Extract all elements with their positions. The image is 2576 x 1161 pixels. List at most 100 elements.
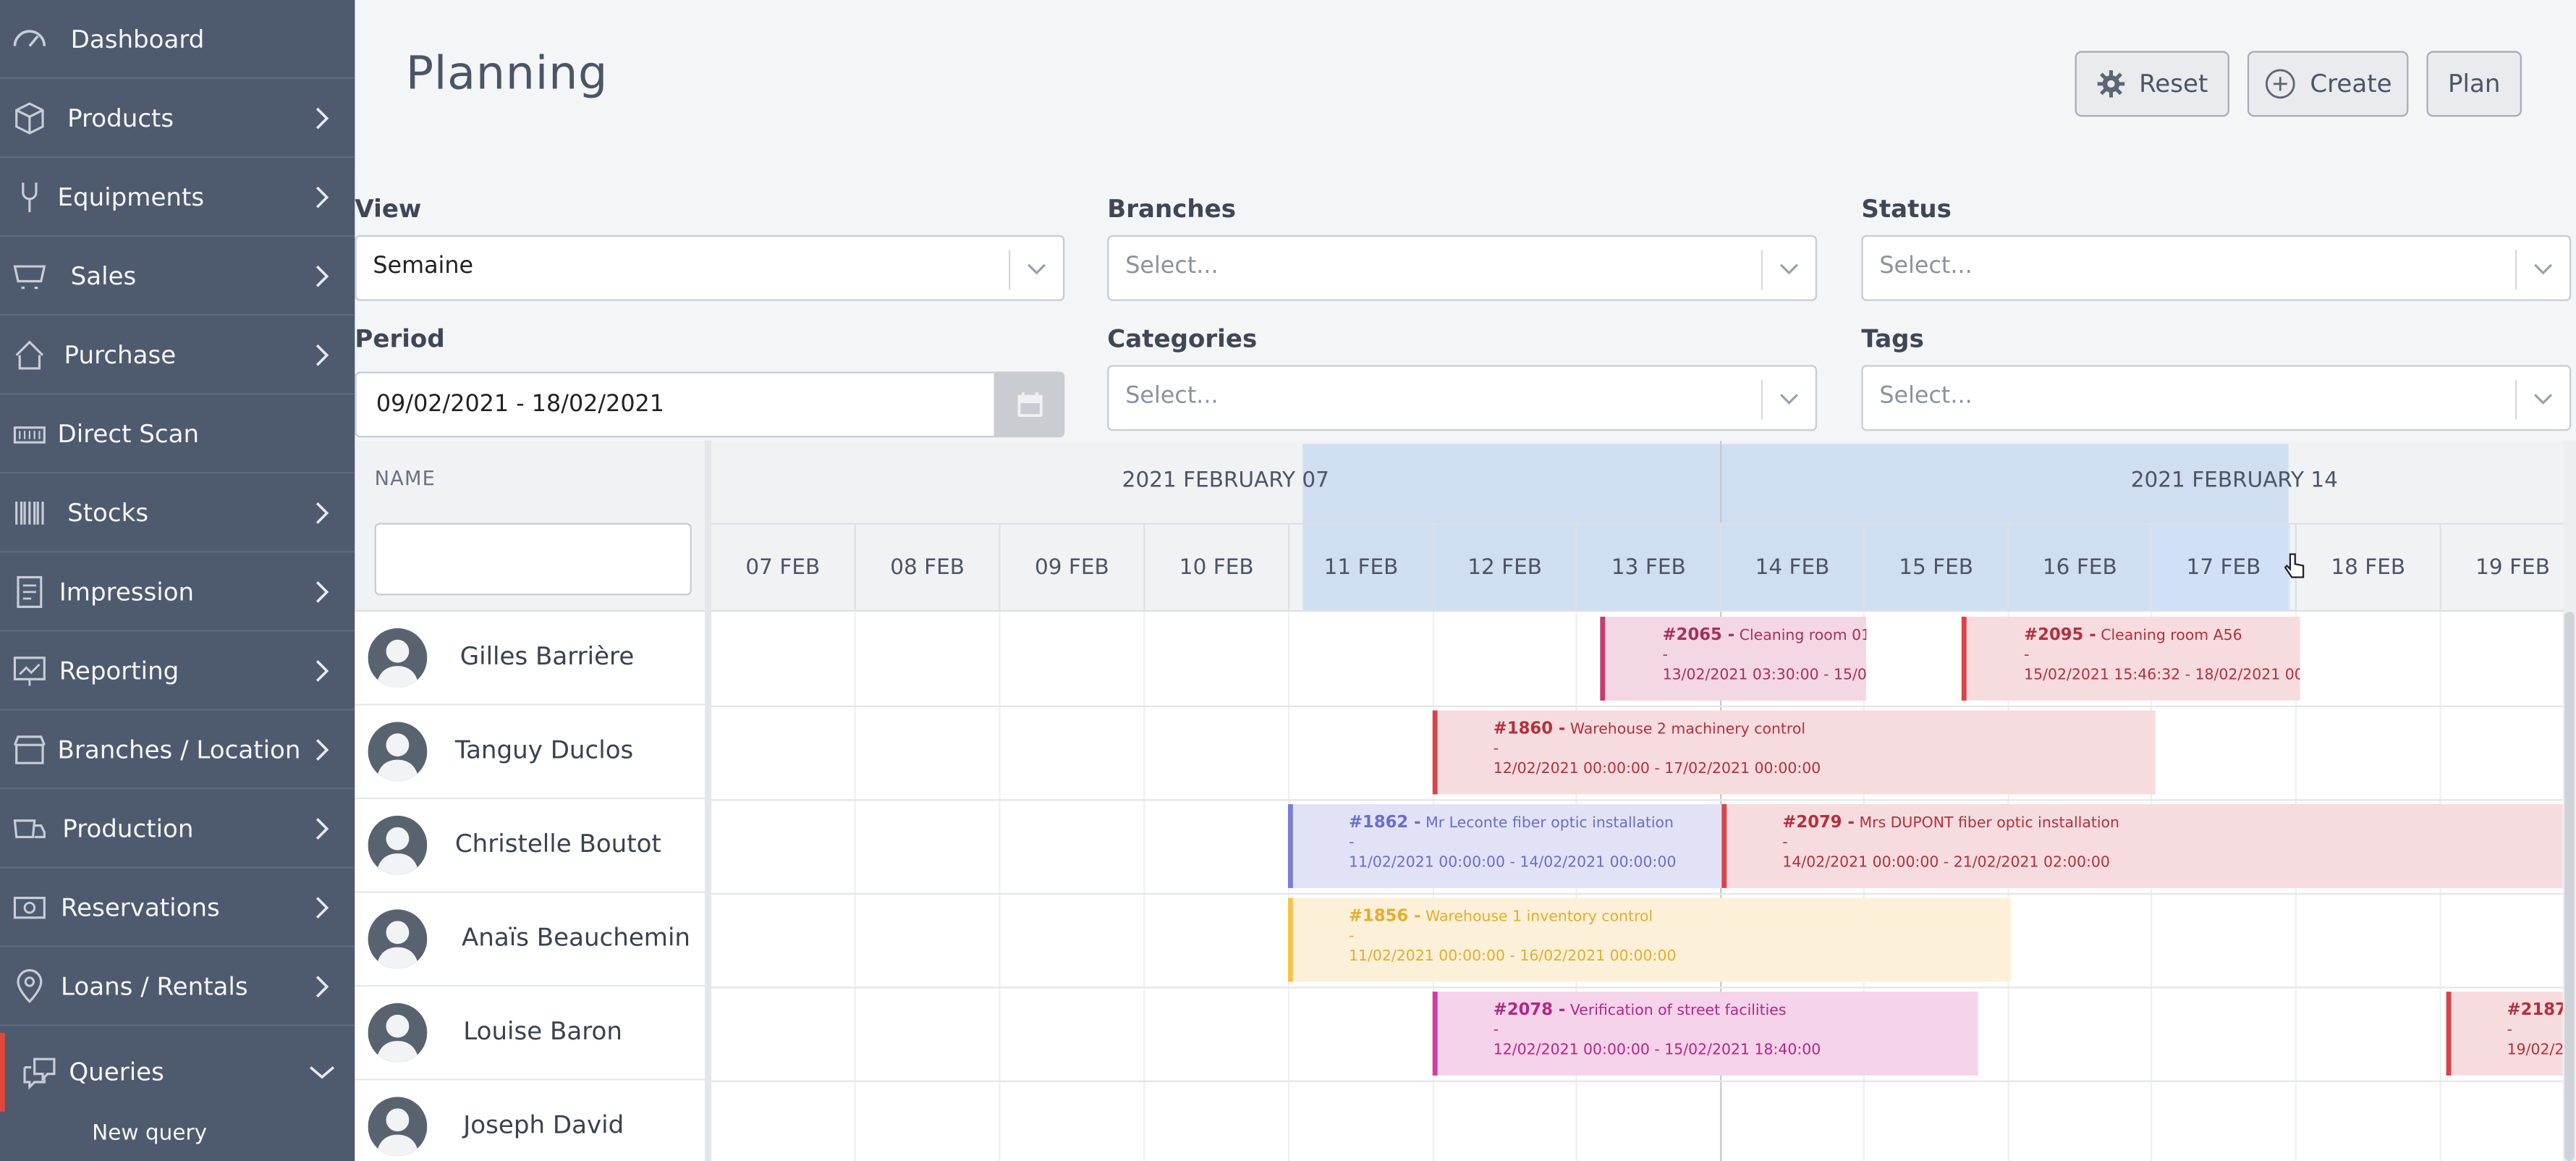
calendar-button[interactable] [993, 371, 1065, 438]
day-header: 14 FEB [1720, 523, 1863, 610]
event-title: Cleaning room A56 [2101, 628, 2242, 645]
resource-row[interactable]: Tanguy Duclos [355, 705, 706, 800]
period-value: 09/02/2021 - 18/02/2021 [376, 391, 665, 418]
row-gridline [711, 987, 2563, 989]
plus-circle-icon [2266, 69, 2295, 99]
view-select[interactable]: Semaine [355, 235, 1065, 301]
sidebar-item-queries[interactable]: Queries [0, 1032, 355, 1112]
document-icon [17, 575, 43, 607]
create-button[interactable]: Create [2247, 51, 2409, 117]
event-block[interactable]: #1856 - Warehouse 1 inventory control - … [1287, 898, 2011, 982]
resource-name: Tanguy Duclos [454, 735, 634, 765]
view-value: Semaine [373, 253, 474, 280]
event-dates: 12/02/2021 00:00:00 - 17/02/2021 00:00:0… [1493, 761, 1821, 778]
chevron-right-icon [315, 501, 329, 523]
event-number: #2095 - [2024, 626, 2096, 645]
timeline-body[interactable]: #2065 - Cleaning room 01 - 13/02/2021 03… [711, 612, 2563, 1161]
sidebar-item-sales[interactable]: Sales [0, 237, 355, 316]
event-separator: - [1662, 648, 1669, 664]
event-number: #1856 - [1348, 908, 1421, 926]
resource-row[interactable]: Louise Baron [355, 987, 706, 1081]
production-icon [13, 819, 46, 837]
reservation-icon [13, 895, 46, 919]
barcode-icon [15, 500, 44, 524]
day-header: 16 FEB [2007, 523, 2151, 610]
tags-select[interactable]: Select... [1861, 365, 2572, 431]
event-title: Cleaning room 01 [1739, 628, 1867, 645]
categories-select[interactable]: Select... [1107, 365, 1818, 431]
period-input[interactable]: 09/02/2021 - 18/02/2021 [355, 371, 996, 438]
sidebar-item-loans-rentals[interactable]: Loans / Rentals [0, 947, 355, 1026]
sidebar-item-impression[interactable]: Impression [0, 552, 355, 632]
scrollbar-thumb[interactable] [2564, 612, 2575, 1161]
event-title: Mr Leconte fiber optic installation [1425, 815, 1674, 832]
chevron-right-icon [315, 659, 329, 681]
plan-label: Plan [2447, 69, 2501, 99]
event-separator: - [1348, 929, 1355, 946]
select-separator [1009, 250, 1011, 290]
branches-select[interactable]: Select... [1107, 235, 1818, 301]
day-gridline [854, 612, 856, 1161]
event-number: #2065 - [1662, 626, 1735, 645]
sidebar-item-products[interactable]: Products [0, 79, 355, 159]
sidebar-subitem-new-query[interactable]: New query [92, 1122, 207, 1147]
resource-row[interactable]: Anaïs Beauchemin [355, 892, 706, 987]
chevron-right-icon [315, 264, 329, 287]
name-filter-input[interactable] [374, 523, 692, 596]
event-separator: - [1493, 741, 1499, 759]
sidebar-item-production[interactable]: Production [0, 790, 355, 869]
event-block[interactable]: #2079 - Mrs DUPONT fiber optic installat… [1721, 804, 2563, 888]
scanner-icon [13, 425, 46, 443]
sidebar-item-reservations[interactable]: Reservations [0, 869, 355, 947]
resource-row[interactable]: Joseph David [355, 1080, 706, 1161]
chevron-right-icon [315, 896, 329, 918]
chevron-down-icon [1779, 394, 1798, 405]
select-separator [2514, 379, 2517, 420]
create-label: Create [2310, 69, 2392, 99]
resource-row[interactable]: Christelle Boutot [355, 799, 706, 893]
event-title: Warehouse 1 inventory control [1425, 909, 1653, 926]
event-block[interactable]: #2187 - - 19/02/20 [2446, 992, 2563, 1076]
day-header: 12 FEB [1432, 523, 1576, 610]
chevron-right-icon [315, 580, 329, 602]
sidebar-item-direct-scan[interactable]: Direct Scan [0, 394, 355, 474]
sidebar-item-label: Products [67, 103, 174, 132]
branches-label: Branches [1107, 194, 1237, 224]
sidebar-item-reporting[interactable]: Reporting [0, 631, 355, 711]
event-block[interactable]: #2095 - Cleaning room A56 - 15/02/2021 1… [1961, 617, 2300, 701]
event-block[interactable]: #2078 - Verification of street facilitie… [1432, 992, 1978, 1076]
sidebar-item-label: Branches / Location [57, 734, 301, 764]
chevron-right-icon [315, 343, 329, 366]
event-number: #2187 - [2507, 1001, 2563, 1020]
chevron-right-icon [315, 817, 329, 839]
reset-button[interactable]: Reset [2075, 51, 2229, 117]
chevron-right-icon [315, 738, 329, 760]
day-header: 15 FEB [1863, 523, 2008, 610]
sidebar-item-purchase[interactable]: Purchase [0, 316, 355, 395]
event-title: Mrs DUPONT fiber optic installation [1859, 815, 2120, 832]
sidebar-item-stocks[interactable]: Stocks [0, 473, 355, 553]
sidebar-item-label: Loans / Rentals [61, 971, 248, 1001]
dashboard-icon [13, 29, 46, 46]
sidebar-item-label: Dashboard [70, 23, 205, 54]
status-select[interactable]: Select... [1861, 235, 2572, 301]
plan-button[interactable]: Plan [2426, 51, 2522, 117]
resource-row[interactable]: Gilles Barrière [355, 612, 706, 706]
chevron-down-icon [2534, 263, 2553, 275]
event-block[interactable]: #1862 - Mr Leconte fiber optic installat… [1287, 804, 1722, 888]
hand-cursor-icon [2284, 553, 2305, 578]
sidebar-item-equipments[interactable]: Equipments [0, 158, 355, 237]
sidebar-item-dashboard[interactable]: Dashboard [0, 0, 355, 80]
select-separator [1761, 250, 1763, 290]
event-block[interactable]: #2065 - Cleaning room 01 - 13/02/2021 03… [1600, 617, 1867, 701]
column-resizer[interactable] [705, 440, 712, 1161]
day-header: 10 FEB [1143, 523, 1288, 610]
categories-label: Categories [1107, 324, 1258, 354]
sidebar-item-label: Impression [59, 576, 195, 607]
day-header: 17 FEB [2150, 523, 2295, 610]
row-gridline [711, 1080, 2563, 1082]
event-block[interactable]: #1860 - Warehouse 2 machinery control - … [1432, 710, 2156, 795]
sidebar-item-label: Equipments [57, 182, 205, 211]
view-label: View [355, 194, 422, 224]
sidebar-item-branches-location[interactable]: Branches / Location [0, 711, 355, 790]
